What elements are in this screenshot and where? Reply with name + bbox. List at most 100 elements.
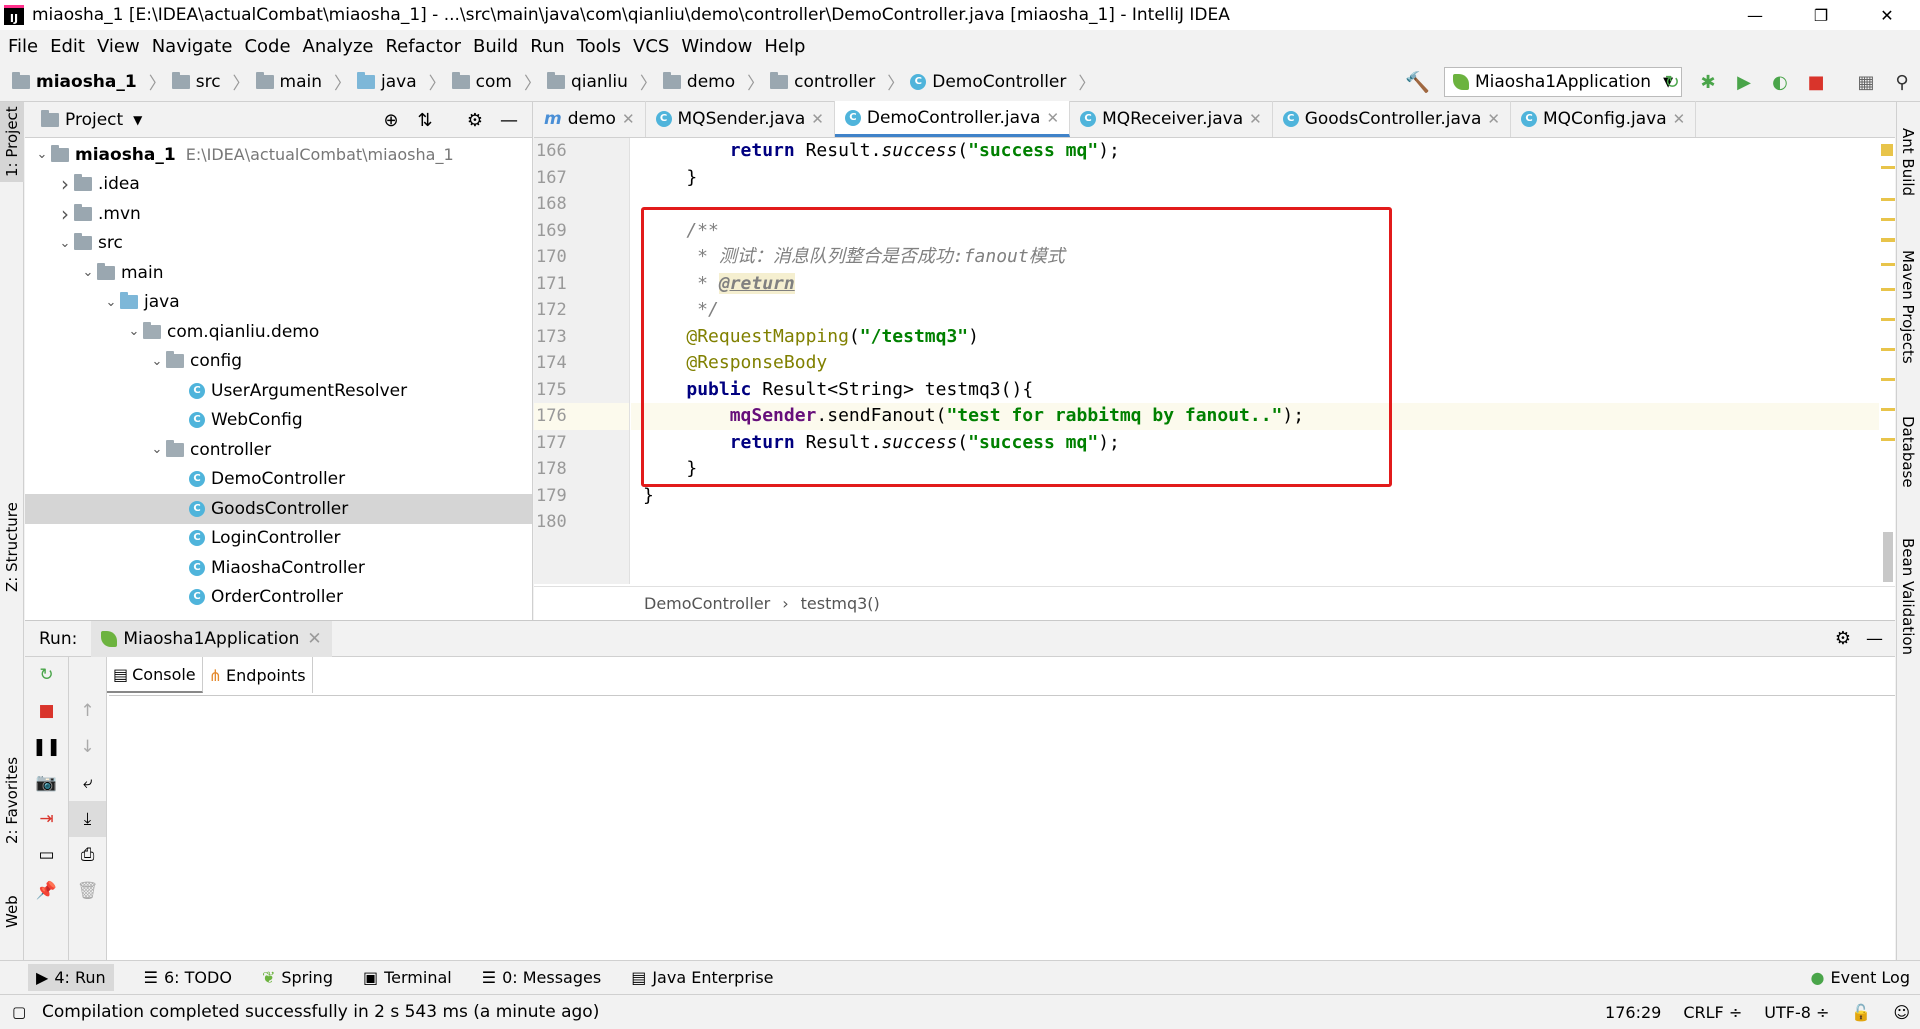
warning-marker[interactable] [1881, 144, 1893, 156]
line-separator[interactable]: CRLF ÷ [1683, 1003, 1742, 1022]
minimize-button[interactable]: — [1722, 0, 1788, 30]
line-number[interactable]: 173 [534, 324, 629, 351]
line-number[interactable]: 168 [534, 191, 629, 218]
maximize-button[interactable]: ❐ [1788, 0, 1854, 30]
editor-tab[interactable]: C MQConfig.java ✕ [1511, 101, 1697, 137]
tree-node[interactable]: C LoginController [25, 524, 532, 554]
crumb-class[interactable]: DemoController [644, 594, 770, 613]
tool-ant-build[interactable]: Ant Build [1896, 112, 1920, 212]
menu-build[interactable]: Build [467, 36, 524, 57]
scroll-to-end-icon[interactable]: ⤓ [69, 801, 106, 837]
line-number[interactable]: 167 [534, 165, 629, 192]
menu-refactor[interactable]: Refactor [379, 36, 467, 57]
gear-icon[interactable]: ⚙ [458, 110, 492, 131]
tool-web[interactable]: Web [0, 882, 24, 942]
rerun-icon[interactable]: ↻ [1654, 72, 1690, 93]
close-icon[interactable]: ✕ [622, 110, 635, 128]
line-number[interactable]: 177 [534, 430, 629, 457]
tool-structure[interactable]: Z: Structure [0, 502, 24, 592]
tree-node[interactable]: C UserArgumentResolver [25, 376, 532, 406]
tree-node[interactable]: C DemoController [25, 465, 532, 495]
chevron-down-icon[interactable]: ⌄ [79, 265, 97, 280]
line-number[interactable]: 171 [534, 271, 629, 298]
collapse-all-icon[interactable]: ⇅ [408, 110, 442, 131]
rerun-icon[interactable]: ↻ [25, 657, 68, 693]
tree-node[interactable]: › .idea [25, 170, 532, 200]
exit-icon[interactable]: ⇥ [25, 801, 68, 837]
tree-node[interactable]: C WebConfig [25, 406, 532, 436]
tool-favorites[interactable]: 2: Favorites [0, 752, 24, 848]
tree-node[interactable]: › .mvn [25, 199, 532, 229]
crumb-module[interactable]: miaosha_1 [12, 71, 137, 92]
camera-icon[interactable]: 📷 [25, 765, 68, 801]
tree-node[interactable]: ⌄ miaosha_1 E:\IDEA\actualCombat\miaosha_1 [25, 140, 532, 170]
hide-icon[interactable]: — [492, 110, 526, 131]
editor-tab[interactable]: C GoodsController.java ✕ [1273, 101, 1511, 137]
lock-icon[interactable]: 🔓 [1851, 1003, 1871, 1022]
close-icon[interactable]: ✕ [307, 629, 321, 649]
menu-code[interactable]: Code [238, 36, 296, 57]
project-structure-icon[interactable]: ▦ [1848, 72, 1884, 93]
tree-node[interactable]: ⌄ java [25, 288, 532, 318]
crumb-java[interactable]: java [357, 71, 417, 92]
menu-window[interactable]: Window [675, 36, 758, 57]
tool-project[interactable]: 1: Project [0, 102, 24, 182]
chevron-down-icon[interactable]: ⌄ [33, 147, 51, 162]
tab-console[interactable]: ▤ Console [107, 657, 203, 693]
close-icon[interactable]: ✕ [811, 110, 824, 128]
soft-wrap-icon[interactable]: ⤶ [69, 765, 106, 801]
crumb-democontroller[interactable]: C DemoController [910, 72, 1066, 92]
editor-tab[interactable]: C MQSender.java ✕ [646, 101, 835, 137]
line-number[interactable]: 179 [534, 483, 629, 510]
crumb-method[interactable]: testmq3() [801, 594, 880, 613]
tree-node[interactable]: ⌄ com.qianliu.demo [25, 317, 532, 347]
chevron-down-icon[interactable]: ⌄ [148, 442, 166, 457]
line-number[interactable]: 175 [534, 377, 629, 404]
pin-icon[interactable]: 📌 [25, 873, 68, 909]
tool-java-enterprise[interactable]: ▤ Java Enterprise [631, 968, 773, 987]
line-number[interactable]: 172 [534, 297, 629, 324]
menu-navigate[interactable]: Navigate [146, 36, 239, 57]
tree-node[interactable]: C GoodsController [25, 494, 532, 524]
scrollbar-thumb[interactable] [1883, 532, 1893, 582]
run-config-select[interactable]: Miaosha1Application ▼ [1444, 67, 1682, 97]
crumb-src[interactable]: src [171, 71, 221, 92]
stop-icon[interactable]: ■ [25, 693, 68, 729]
menu-help[interactable]: Help [758, 36, 811, 57]
tree-node[interactable]: ⌄ controller [25, 435, 532, 465]
file-encoding[interactable]: UTF-8 ÷ [1764, 1003, 1829, 1022]
line-number[interactable]: 180 [534, 509, 629, 536]
tree-node[interactable]: C MiaoshaController [25, 553, 532, 583]
crumb-demo[interactable]: demo [662, 71, 735, 92]
line-number[interactable]: 176 [534, 403, 629, 430]
arrow-down-icon[interactable]: ↓ [69, 729, 106, 765]
chevron-down-icon[interactable]: ⌄ [56, 236, 74, 251]
chevron-down-icon[interactable]: ⌄ [125, 324, 143, 339]
crumb-qianliu[interactable]: qianliu [546, 71, 628, 92]
menu-run[interactable]: Run [524, 36, 571, 57]
chevron-down-icon[interactable]: ▼ [133, 113, 142, 127]
tool-event-log[interactable]: ● Event Log [1811, 968, 1910, 987]
crumb-main[interactable]: main [255, 71, 322, 92]
hide-icon[interactable]: — [1866, 629, 1883, 649]
menu-tools[interactable]: Tools [571, 36, 627, 57]
menu-file[interactable]: File [2, 36, 44, 57]
build-hammer-icon[interactable]: 🔨 [1405, 70, 1430, 94]
debug-icon[interactable]: ✱ [1690, 72, 1726, 93]
stop-icon[interactable]: ■ [1798, 72, 1834, 93]
close-icon[interactable]: ✕ [1249, 110, 1262, 128]
chevron-right-icon[interactable]: › [56, 172, 74, 196]
tool-terminal[interactable]: ▣ Terminal [363, 968, 452, 987]
search-icon[interactable]: ⚲ [1884, 72, 1920, 93]
tree-node[interactable]: ⌄ src [25, 229, 532, 259]
menu-vcs[interactable]: VCS [627, 36, 675, 57]
layout-icon[interactable]: ▭ [25, 837, 68, 873]
chevron-down-icon[interactable]: ⌄ [148, 354, 166, 369]
arrow-up-icon[interactable]: ↑ [69, 693, 106, 729]
close-icon[interactable]: ✕ [1487, 110, 1500, 128]
editor-tab[interactable]: C DemoController.java ✕ [834, 101, 1071, 137]
line-number[interactable]: 178 [534, 456, 629, 483]
run-coverage-icon[interactable]: ▶ [1726, 72, 1762, 93]
tool-messages[interactable]: ☰ 0: Messages [482, 968, 601, 987]
gear-icon[interactable]: ⚙ [1835, 628, 1851, 649]
